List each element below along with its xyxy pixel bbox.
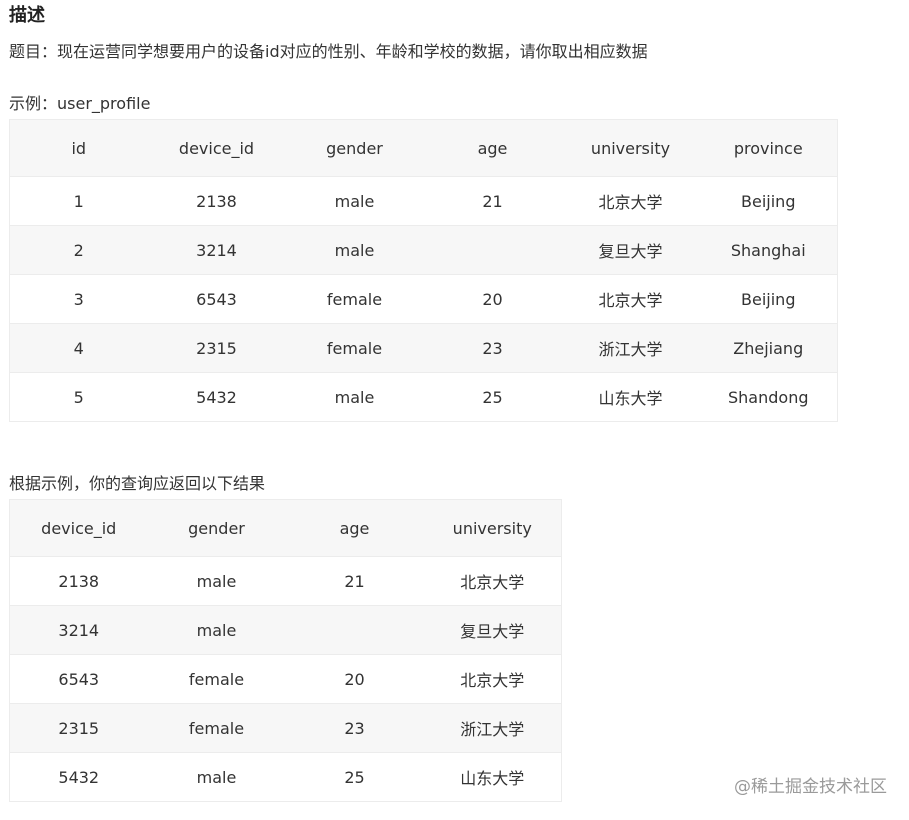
example-table: id device_id gender age university provi…	[9, 119, 838, 422]
column-header: gender	[285, 119, 424, 177]
table-header-row: device_id gender age university	[9, 499, 562, 557]
table-cell: 北京大学	[423, 556, 562, 606]
example-label: 示例：user_profile	[9, 94, 151, 113]
table-cell: 20	[285, 654, 424, 704]
table-cell: 山东大学	[561, 372, 700, 422]
table-cell: 山东大学	[423, 752, 562, 802]
table-cell: 25	[423, 372, 562, 422]
result-table: device_id gender age university 2138 mal…	[9, 499, 562, 802]
table-cell: 5432	[147, 372, 286, 422]
table-row: 3 6543 female 20 北京大学 Beijing	[9, 274, 838, 324]
table-row: 2315 female 23 浙江大学	[9, 703, 562, 753]
table-header-row: id device_id gender age university provi…	[9, 119, 838, 177]
column-header: device_id	[9, 499, 148, 557]
column-header: gender	[147, 499, 286, 557]
table-cell: female	[285, 323, 424, 373]
table-cell: 浙江大学	[423, 703, 562, 753]
table-cell: Shanghai	[699, 225, 838, 275]
table-cell: 复旦大学	[423, 605, 562, 655]
table-cell: 3214	[9, 605, 148, 655]
column-header: device_id	[147, 119, 286, 177]
table-cell: Shandong	[699, 372, 838, 422]
column-header: age	[423, 119, 562, 177]
table-cell: 23	[285, 703, 424, 753]
table-cell: male	[147, 605, 286, 655]
table-cell: 6543	[147, 274, 286, 324]
problem-description: 题目：现在运营同学想要用户的设备id对应的性别、年龄和学校的数据，请你取出相应数…	[9, 42, 648, 61]
table-row: 1 2138 male 21 北京大学 Beijing	[9, 176, 838, 226]
table-cell: 2138	[9, 556, 148, 606]
table-cell: 2315	[147, 323, 286, 373]
table-cell: 2138	[147, 176, 286, 226]
table-cell: 2315	[9, 703, 148, 753]
table-cell: 5	[9, 372, 148, 422]
table-cell: female	[285, 274, 424, 324]
table-cell: 4	[9, 323, 148, 373]
column-header: id	[9, 119, 148, 177]
table-row: 5 5432 male 25 山东大学 Shandong	[9, 372, 838, 422]
table-cell	[423, 225, 562, 275]
table-cell: 20	[423, 274, 562, 324]
table-cell: 25	[285, 752, 424, 802]
table-row: 2 3214 male 复旦大学 Shanghai	[9, 225, 838, 275]
table-cell: 北京大学	[561, 176, 700, 226]
table-cell: Zhejiang	[699, 323, 838, 373]
table-cell: 5432	[9, 752, 148, 802]
table-cell: Beijing	[699, 274, 838, 324]
table-cell: 复旦大学	[561, 225, 700, 275]
table-cell: 1	[9, 176, 148, 226]
column-header: university	[423, 499, 562, 557]
table-cell: 浙江大学	[561, 323, 700, 373]
table-cell: female	[147, 703, 286, 753]
table-row: 3214 male 复旦大学	[9, 605, 562, 655]
table-cell: 21	[423, 176, 562, 226]
table-cell: male	[285, 225, 424, 275]
section-heading: 描述	[9, 5, 45, 26]
table-cell: 北京大学	[561, 274, 700, 324]
column-header: province	[699, 119, 838, 177]
table-cell: Beijing	[699, 176, 838, 226]
table-cell: 3	[9, 274, 148, 324]
table-row: 6543 female 20 北京大学	[9, 654, 562, 704]
table-row: 5432 male 25 山东大学	[9, 752, 562, 802]
table-cell: 23	[423, 323, 562, 373]
table-cell: male	[285, 176, 424, 226]
table-cell: male	[147, 752, 286, 802]
table-cell: male	[147, 556, 286, 606]
result-label: 根据示例，你的查询应返回以下结果	[9, 474, 266, 493]
watermark: @稀土掘金技术社区	[734, 777, 887, 797]
table-cell	[285, 605, 424, 655]
table-row: 2138 male 21 北京大学	[9, 556, 562, 606]
table-cell: 21	[285, 556, 424, 606]
column-header: age	[285, 499, 424, 557]
column-header: university	[561, 119, 700, 177]
table-cell: 6543	[9, 654, 148, 704]
table-cell: male	[285, 372, 424, 422]
table-cell: 3214	[147, 225, 286, 275]
table-cell: female	[147, 654, 286, 704]
table-row: 4 2315 female 23 浙江大学 Zhejiang	[9, 323, 838, 373]
table-cell: 2	[9, 225, 148, 275]
table-cell: 北京大学	[423, 654, 562, 704]
